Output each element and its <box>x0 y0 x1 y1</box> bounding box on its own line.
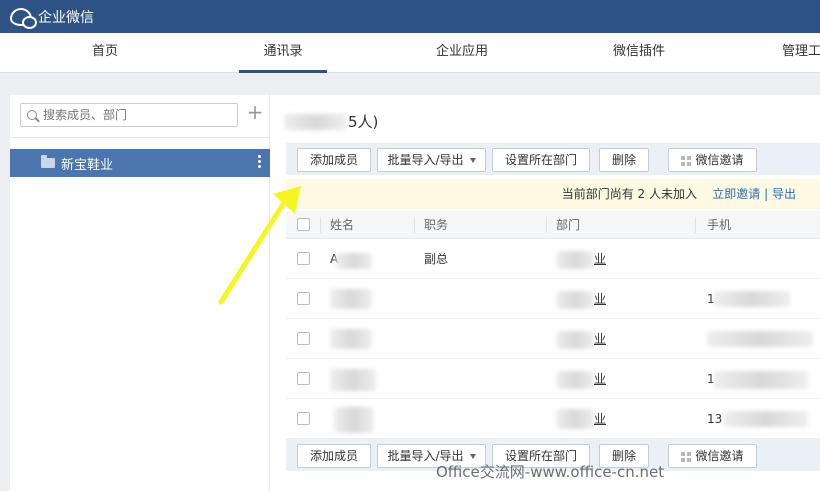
member-title: 副总 <box>424 252 449 266</box>
add-member-button[interactable]: 添加成员 <box>297 148 371 172</box>
member-panel: 5人) 添加成员 批量导入/导出 设置所在部门 删除 微信邀请 当前部门尚有 2… <box>270 95 820 491</box>
search-box[interactable] <box>20 103 238 127</box>
header-name[interactable]: 姓名 <box>330 211 354 239</box>
search-icon <box>27 110 37 120</box>
blurred-name <box>336 253 372 269</box>
row-checkbox[interactable] <box>297 332 310 345</box>
toolbar-top: 添加成员 批量导入/导出 设置所在部门 删除 微信邀请 <box>286 143 820 175</box>
table-header: 姓名 职务 部门 手机 <box>286 211 820 239</box>
table-row[interactable]: 业 1 <box>286 359 820 399</box>
invite-now-link[interactable]: 立即邀请 <box>712 187 760 201</box>
member-department[interactable]: 业 <box>594 279 606 319</box>
table-row[interactable]: A 副总 业 <box>286 239 820 279</box>
main-nav: 首页 通讯录 企业应用 微信插件 管理工 <box>0 33 820 73</box>
export-link[interactable]: 导出 <box>772 187 796 201</box>
wechat-invite-button[interactable]: 微信邀请 <box>668 148 757 172</box>
header-title[interactable]: 职务 <box>424 211 448 239</box>
sidebar-divider <box>10 137 270 138</box>
department-title: 5人) <box>284 111 378 132</box>
watermark-text: Office交流网-www.office-cn.net <box>436 463 665 481</box>
header-department[interactable]: 部门 <box>556 211 580 239</box>
link-separator: | <box>764 187 769 201</box>
add-department-icon[interactable]: + <box>246 102 264 123</box>
member-count: 5人) <box>348 113 379 131</box>
column-divider <box>695 217 696 233</box>
row-checkbox[interactable] <box>297 372 310 385</box>
column-divider <box>320 217 321 233</box>
member-department[interactable]: 业 <box>594 399 606 439</box>
tab-home[interactable]: 首页 <box>70 33 140 73</box>
blurred-phone <box>714 291 790 307</box>
import-export-button[interactable]: 批量导入/导出 <box>377 148 486 172</box>
wechat-invite-label: 微信邀请 <box>695 449 744 463</box>
blurred-name <box>334 407 374 433</box>
blurred-name <box>330 369 376 391</box>
grid-icon <box>681 451 692 462</box>
caret-down-icon <box>469 158 476 163</box>
caret-down-icon <box>469 454 476 459</box>
tab-wechat-plugin[interactable]: 微信插件 <box>597 33 681 73</box>
member-department[interactable]: 业 <box>594 319 606 359</box>
member-phone: 13 <box>707 412 723 426</box>
table-row[interactable]: 业 1 <box>286 279 820 319</box>
delete-button[interactable]: 删除 <box>599 148 649 172</box>
department-label: 新宝鞋业 <box>61 157 114 173</box>
arrow-shaft <box>218 195 290 305</box>
blurred-phone <box>724 411 808 427</box>
wechat-invite-button[interactable]: 微信邀请 <box>668 444 757 468</box>
blurred-phone <box>707 331 813 347</box>
wecom-logo-icon <box>10 7 37 29</box>
blurred-department <box>556 409 594 429</box>
header-phone[interactable]: 手机 <box>707 211 731 239</box>
tab-management[interactable]: 管理工 <box>782 33 820 73</box>
pending-join-notice: 当前部门尚有 2 人未加入 立即邀请 | 导出 <box>286 179 820 209</box>
table-row[interactable]: 业 13 <box>286 399 820 439</box>
department-item-selected[interactable]: 新宝鞋业 <box>10 149 270 177</box>
table-row[interactable]: 业 <box>286 319 820 359</box>
app-title: 企业微信 <box>38 9 94 26</box>
import-export-label: 批量导入/导出 <box>387 153 464 167</box>
more-options-icon[interactable] <box>258 155 262 171</box>
tab-enterprise-apps[interactable]: 企业应用 <box>420 33 504 73</box>
member-department[interactable]: 业 <box>594 239 606 279</box>
annotation-arrow <box>218 186 301 305</box>
notice-text: 当前部门尚有 2 人未加入 <box>561 187 697 201</box>
search-input[interactable] <box>43 108 223 122</box>
column-divider <box>546 217 547 233</box>
blurred-department <box>556 291 594 309</box>
grid-icon <box>681 155 692 166</box>
blurred-department <box>556 251 594 269</box>
top-bar: 企业微信 <box>0 0 820 33</box>
folder-icon <box>41 155 55 168</box>
add-member-button[interactable]: 添加成员 <box>297 444 371 468</box>
set-department-button[interactable]: 设置所在部门 <box>492 148 590 172</box>
blurred-phone <box>714 371 808 389</box>
member-department[interactable]: 业 <box>594 359 606 399</box>
blurred-department-name <box>284 113 346 130</box>
tab-contacts[interactable]: 通讯录 <box>239 33 327 73</box>
column-divider <box>414 217 415 233</box>
blurred-name <box>330 329 372 349</box>
blurred-department <box>556 371 594 389</box>
blurred-department <box>556 331 594 349</box>
blurred-name <box>330 289 372 309</box>
wechat-invite-label: 微信邀请 <box>695 153 744 167</box>
row-checkbox[interactable] <box>297 412 310 425</box>
